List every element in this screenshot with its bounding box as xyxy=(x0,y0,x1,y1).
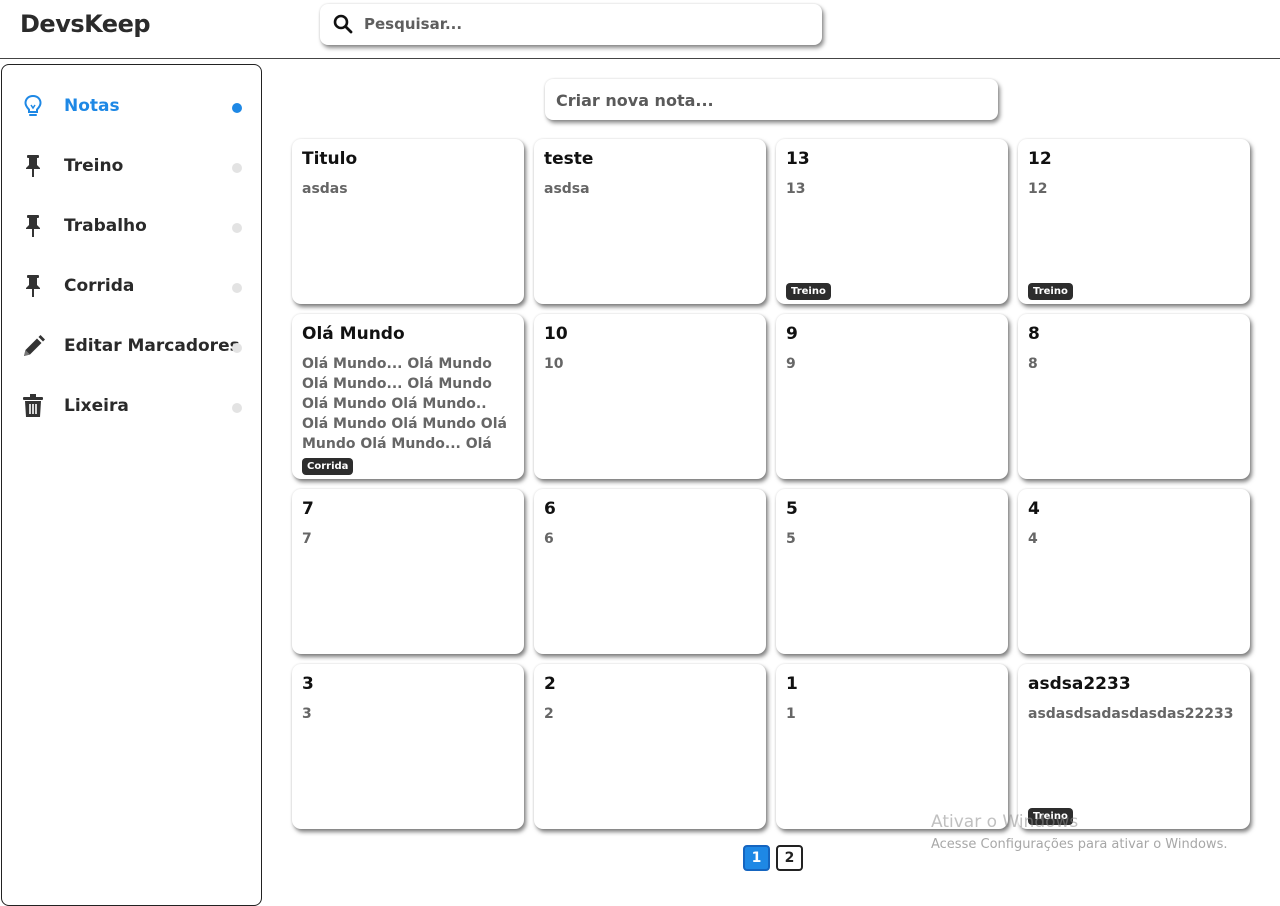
sidebar-item-label: Editar Marcadores xyxy=(64,336,240,356)
note-title: asdsa2233 xyxy=(1028,674,1131,694)
active-indicator-dot xyxy=(232,103,242,113)
create-note-input[interactable] xyxy=(556,88,976,112)
note-card[interactable]: asdsa2233 asdasdsadasdasdas22233 Treino xyxy=(1018,664,1250,829)
note-title: teste xyxy=(544,149,594,169)
indicator-dot xyxy=(232,223,242,233)
indicator-dot xyxy=(232,403,242,413)
search-box[interactable] xyxy=(320,4,822,45)
note-card[interactable]: 6 6 xyxy=(534,489,766,654)
note-card[interactable]: 13 13 Treino xyxy=(776,139,1008,304)
search-input[interactable] xyxy=(364,12,804,36)
note-card[interactable]: 10 10 xyxy=(534,314,766,479)
note-body: 13 xyxy=(786,181,806,197)
note-tag[interactable]: Treino xyxy=(786,283,831,300)
search-icon xyxy=(333,14,353,34)
note-title: 6 xyxy=(544,499,556,519)
note-card[interactable]: 12 12 Treino xyxy=(1018,139,1250,304)
note-body: 5 xyxy=(786,531,796,547)
note-title: 4 xyxy=(1028,499,1040,519)
indicator-dot xyxy=(232,163,242,173)
pin-icon xyxy=(21,153,45,179)
note-title: 9 xyxy=(786,324,798,344)
note-body: 8 xyxy=(1028,356,1038,372)
note-title: 13 xyxy=(786,149,810,169)
note-title: Titulo xyxy=(302,149,358,169)
sidebar: Notas Treino Trabalho Corrida Editar Mar… xyxy=(1,64,262,906)
note-card[interactable]: Olá Mundo Olá Mundo... Olá Mundo Olá Mun… xyxy=(292,314,524,479)
indicator-dot xyxy=(232,343,242,353)
note-card[interactable]: 5 5 xyxy=(776,489,1008,654)
note-card[interactable]: 9 9 xyxy=(776,314,1008,479)
note-card[interactable]: Titulo asdas xyxy=(292,139,524,304)
sidebar-item-treino[interactable]: Treino xyxy=(2,131,261,191)
app-logo[interactable]: DevsKeep xyxy=(20,10,151,38)
lightbulb-icon xyxy=(21,93,45,119)
indicator-dot xyxy=(232,283,242,293)
note-body: 1 xyxy=(786,706,796,722)
note-card[interactable]: 2 2 xyxy=(534,664,766,829)
page-button-1[interactable]: 1 xyxy=(743,845,770,871)
note-title: 2 xyxy=(544,674,556,694)
sidebar-item-trabalho[interactable]: Trabalho xyxy=(2,191,261,251)
note-card[interactable]: 3 3 xyxy=(292,664,524,829)
note-body: asdsa xyxy=(544,181,590,197)
note-body: Olá Mundo... Olá Mundo Olá Mundo... Olá … xyxy=(302,356,507,452)
note-title: 1 xyxy=(786,674,798,694)
sidebar-item-lixeira[interactable]: Lixeira xyxy=(2,371,261,431)
note-card[interactable]: 8 8 xyxy=(1018,314,1250,479)
notes-grid: Titulo asdas teste asdsa 13 13 Treino 12… xyxy=(292,139,1252,831)
note-card[interactable]: teste asdsa xyxy=(534,139,766,304)
sidebar-item-label: Trabalho xyxy=(64,216,147,236)
note-title: 7 xyxy=(302,499,314,519)
pencil-icon xyxy=(21,333,45,359)
note-body: 7 xyxy=(302,531,312,547)
note-body: 9 xyxy=(786,356,796,372)
trash-icon xyxy=(21,393,45,419)
note-title: 5 xyxy=(786,499,798,519)
note-body: 6 xyxy=(544,531,554,547)
activation-watermark-title: Ativar o Windows xyxy=(931,812,1079,832)
sidebar-item-label: Notas xyxy=(64,96,120,116)
note-card[interactable]: 1 1 xyxy=(776,664,1008,829)
pin-icon xyxy=(21,213,45,239)
sidebar-item-notas[interactable]: Notas xyxy=(2,71,261,131)
note-title: Olá Mundo xyxy=(302,324,405,344)
note-card[interactable]: 7 7 xyxy=(292,489,524,654)
note-body: 12 xyxy=(1028,181,1048,197)
note-title: 10 xyxy=(544,324,568,344)
sidebar-item-editar-marcadores[interactable]: Editar Marcadores xyxy=(2,311,261,371)
sidebar-item-label: Corrida xyxy=(64,276,135,296)
page-button-2[interactable]: 2 xyxy=(776,845,803,871)
note-tag[interactable]: Treino xyxy=(1028,283,1073,300)
sidebar-item-label: Treino xyxy=(64,156,124,176)
note-title: 12 xyxy=(1028,149,1052,169)
note-body: asdasdsadasdasdas22233 xyxy=(1028,706,1234,722)
note-body: 4 xyxy=(1028,531,1038,547)
activation-watermark-text: Acesse Configurações para ativar o Windo… xyxy=(931,837,1228,852)
note-body: 2 xyxy=(544,706,554,722)
note-body: asdas xyxy=(302,181,348,197)
note-title: 8 xyxy=(1028,324,1040,344)
note-card[interactable]: 4 4 xyxy=(1018,489,1250,654)
note-tag[interactable]: Corrida xyxy=(302,458,354,475)
note-title: 3 xyxy=(302,674,314,694)
note-body: 3 xyxy=(302,706,312,722)
sidebar-item-corrida[interactable]: Corrida xyxy=(2,251,261,311)
pin-icon xyxy=(21,273,45,299)
note-body: 10 xyxy=(544,356,564,372)
top-header: DevsKeep xyxy=(0,0,1280,59)
sidebar-item-label: Lixeira xyxy=(64,396,129,416)
create-note-box[interactable] xyxy=(545,79,998,120)
